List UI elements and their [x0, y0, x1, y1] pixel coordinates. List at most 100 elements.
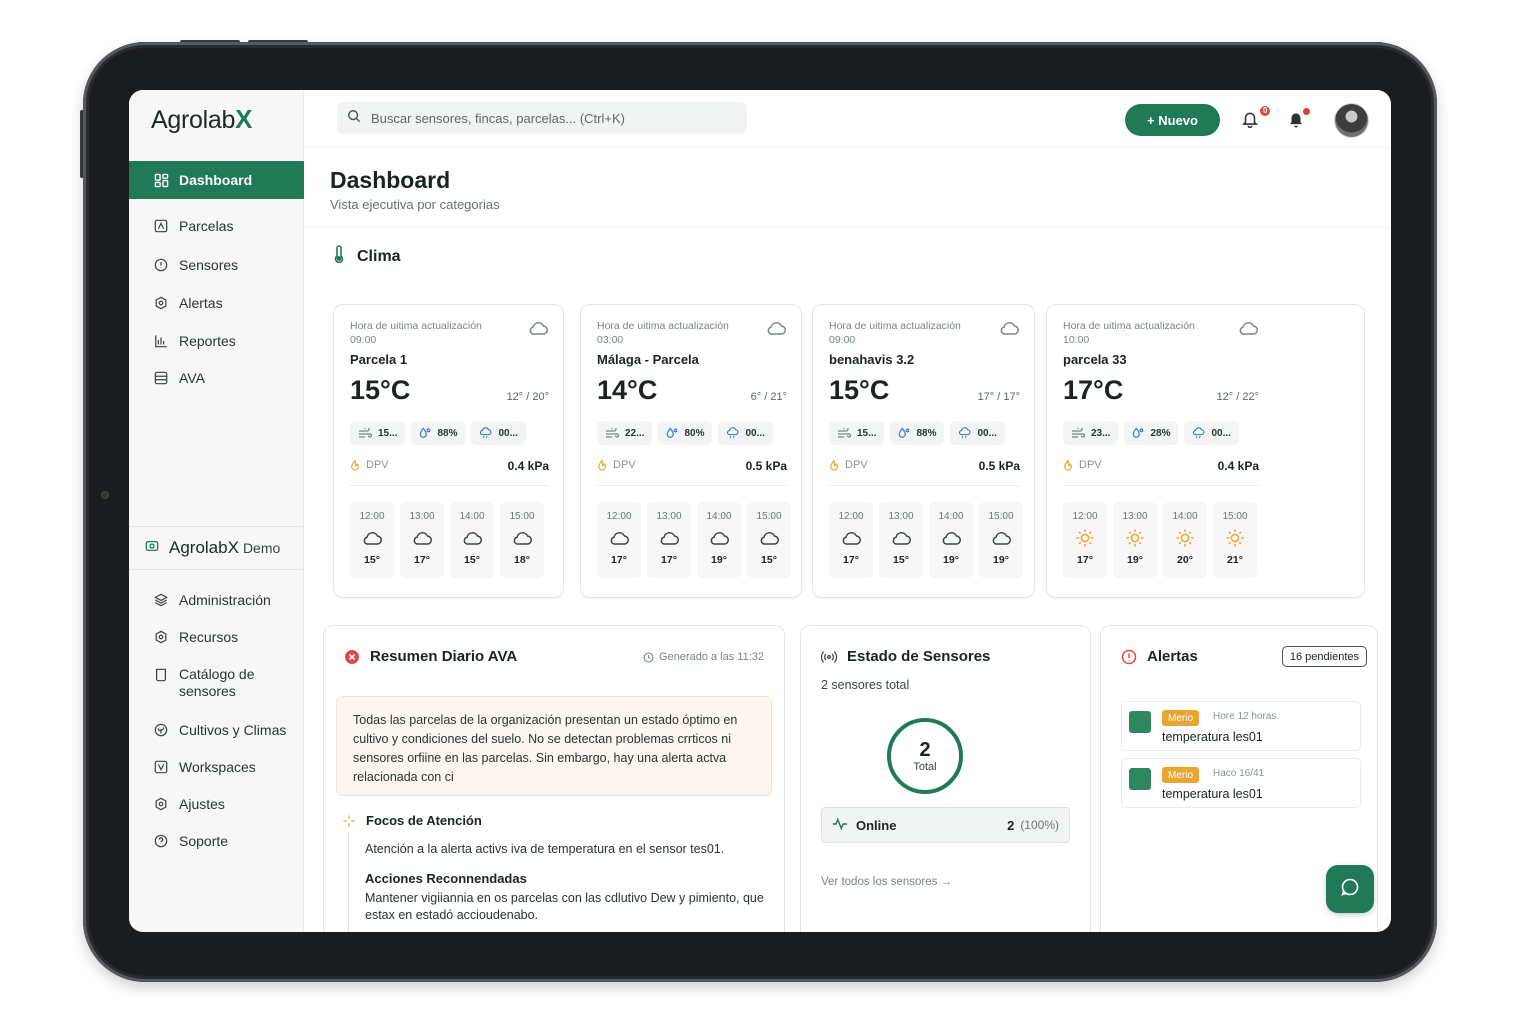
- resources-icon: [153, 629, 169, 645]
- forecast-temp: 19°: [1127, 554, 1143, 566]
- forecast-hour[interactable]: 13:00 17°: [647, 502, 691, 578]
- forecast-hour[interactable]: 13:00 19°: [1113, 502, 1157, 578]
- alert-item[interactable]: Merio Hore 12 horas temperatura les01: [1121, 701, 1361, 751]
- organization-switcher[interactable]: AgrolabX Demo: [129, 526, 304, 570]
- weather-card[interactable]: Hora de uitima actualización 03:00 Málaga …: [580, 304, 802, 598]
- page-subtitle: Vista ejecutiva por categorias: [330, 197, 500, 212]
- weather-metrics: 15... 88% 00...: [350, 421, 526, 445]
- forecast-hour[interactable]: 12:00 15°: [350, 502, 394, 578]
- page-title: Dashboard: [330, 167, 451, 193]
- last-update-time: 09:00: [350, 334, 377, 346]
- search-bar[interactable]: [337, 102, 747, 134]
- sidebar-item-recursos[interactable]: Recursos: [129, 618, 304, 656]
- weather-card[interactable]: Hora de uitima actualización 09:00 Parcela…: [333, 304, 564, 598]
- forecast-hour[interactable]: 12:00 17°: [1063, 502, 1107, 578]
- forecast-time: 15:00: [988, 511, 1014, 522]
- forecast-temp: 20°: [1177, 554, 1193, 566]
- search-input[interactable]: [371, 110, 731, 126]
- alert-tag: Merio: [1162, 710, 1200, 726]
- metric-chip[interactable]: 88%: [890, 421, 945, 445]
- sidebar-item-parcelas[interactable]: Parcelas: [129, 207, 304, 245]
- sidebar-item-reportes[interactable]: Reportes: [129, 322, 304, 360]
- weather-metrics: 15... 88% 00...: [829, 421, 1005, 445]
- sidebar-item-workspaces[interactable]: Workspaces: [129, 748, 304, 786]
- forecast-time: 13:00: [409, 511, 435, 522]
- notifications-badge: 0: [1260, 106, 1271, 116]
- forecast-hour[interactable]: 13:00 17°: [400, 502, 444, 578]
- warning-circle-icon: [1121, 649, 1137, 665]
- cloud-icon: [998, 320, 1020, 341]
- last-update-time: 03:00: [597, 334, 624, 346]
- metric-chip[interactable]: 15...: [350, 421, 406, 445]
- online-status-row[interactable]: Online 2 (100%): [821, 807, 1070, 843]
- forecast-hour[interactable]: 14:00 19°: [929, 502, 973, 578]
- see-all-sensors-link[interactable]: Ver todos los sensores →: [821, 876, 952, 888]
- alert-text: temperatura les01: [1162, 730, 1263, 744]
- sun-icon: [1125, 529, 1145, 547]
- metric-chip[interactable]: 23...: [1063, 421, 1119, 445]
- weather-metrics: 22... 80% 00...: [597, 421, 773, 445]
- ava-generated-text: Generado a las 11:32: [659, 651, 764, 663]
- user-avatar[interactable]: [1335, 104, 1368, 137]
- humidity-icon: [1132, 427, 1144, 439]
- metric-value: 00...: [498, 427, 518, 439]
- forecast-hour[interactable]: 12:00 17°: [597, 502, 641, 578]
- forecast-hour[interactable]: 12:00 17°: [829, 502, 873, 578]
- online-label: Online: [856, 817, 897, 833]
- ava-generated-time: Generado a las 11:32: [643, 651, 764, 663]
- metric-chip[interactable]: 88%: [411, 421, 466, 445]
- sensor-count-text: 2 sensores total: [821, 678, 910, 692]
- forecast-hour[interactable]: 13:00 15°: [879, 502, 923, 578]
- forecast-hour[interactable]: 15:00 15°: [747, 502, 791, 578]
- app-logo[interactable]: AgrolabX: [151, 104, 252, 135]
- metric-chip[interactable]: 22...: [597, 421, 653, 445]
- forecast-time: 12:00: [1072, 511, 1098, 522]
- metric-chip[interactable]: 00...: [1184, 421, 1239, 445]
- metric-chip[interactable]: 80%: [658, 421, 713, 445]
- sidebar-item-label: Parcelas: [179, 218, 234, 234]
- forecast-hour[interactable]: 14:00 20°: [1163, 502, 1207, 578]
- sensor-total-ring: 2 Total: [887, 718, 963, 794]
- forecast-hour[interactable]: 15:00 19°: [979, 502, 1023, 578]
- organization-suffix: Demo: [242, 540, 281, 556]
- chat-button[interactable]: [1326, 865, 1374, 913]
- forecast-hour[interactable]: 14:00 15°: [450, 502, 494, 578]
- crops-icon: [153, 722, 169, 738]
- forecast-hour[interactable]: 15:00 21°: [1213, 502, 1257, 578]
- alert-item[interactable]: Merio Haco 16/41 temperatura les01: [1121, 758, 1361, 808]
- metric-chip[interactable]: 00...: [718, 421, 773, 445]
- pending-badge[interactable]: 16 pendientes: [1281, 646, 1367, 667]
- sidebar-item-sensores[interactable]: Sensores: [129, 246, 304, 284]
- weather-card[interactable]: Hora de uitima actualización 09:00 benahav…: [812, 304, 1035, 598]
- activity-icon: [832, 817, 848, 834]
- online-count: 2: [1007, 817, 1015, 833]
- sidebar-item-dashboard[interactable]: Dashboard: [129, 161, 304, 199]
- sidebar-item-label: Ajustes: [179, 796, 225, 812]
- top-bar: + Nuevo 0: [305, 90, 1391, 148]
- metric-chip[interactable]: 00...: [950, 421, 1005, 445]
- sidebar-item-ava[interactable]: AVA: [129, 359, 304, 397]
- notifications-icon[interactable]: [1241, 110, 1261, 130]
- forecast-time: 15:00: [509, 511, 535, 522]
- card-divider: [597, 485, 787, 486]
- metric-chip[interactable]: 15...: [829, 421, 885, 445]
- sidebar-item-administracion[interactable]: Administración: [129, 581, 304, 619]
- forecast-hour[interactable]: 14:00 19°: [697, 502, 741, 578]
- metric-chip[interactable]: 28%: [1124, 421, 1179, 445]
- focus-text: Atención a la alerta activs iva de tempe…: [365, 842, 725, 856]
- new-button[interactable]: + Nuevo: [1125, 104, 1220, 136]
- metric-chip[interactable]: 00...: [471, 421, 526, 445]
- sidebar-item-cultivos[interactable]: Cultivos y Climas: [129, 711, 304, 749]
- forecast-time: 13:00: [656, 511, 682, 522]
- forecast-temp: 19°: [993, 554, 1009, 566]
- ava-summary-panel: Resumen Diario AVA Generado a las 11:32 …: [323, 625, 785, 932]
- sidebar-item-soporte[interactable]: Soporte: [129, 822, 304, 860]
- sidebar-item-ajustes[interactable]: Ajustes: [129, 785, 304, 823]
- hourly-forecast: 12:00 17° 13:00 19° 14:00 20° 15:00 21°: [1063, 502, 1257, 578]
- focus-title-text: Focos de Atención: [366, 813, 482, 828]
- sidebar-item-alertas[interactable]: Alertas: [129, 284, 304, 322]
- forecast-hour[interactable]: 15:00 18°: [500, 502, 544, 578]
- sidebar-item-catalogo[interactable]: Catálogo de sensores: [129, 666, 304, 710]
- weather-card[interactable]: Hora de uitima actualización 10:00 parcela…: [1046, 304, 1365, 598]
- forecast-time: 12:00: [359, 511, 385, 522]
